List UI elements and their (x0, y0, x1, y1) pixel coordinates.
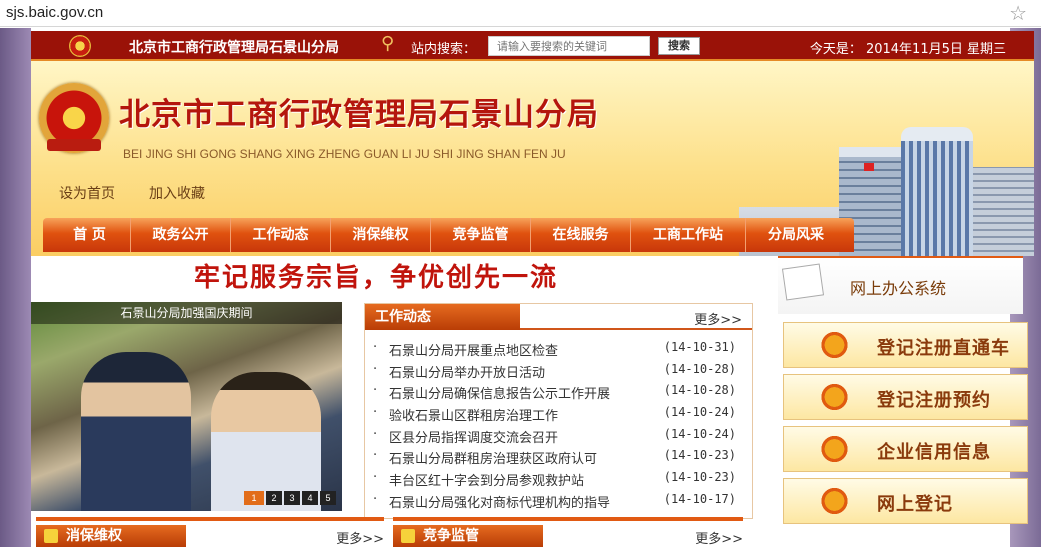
slider-page-button[interactable]: 3 (284, 491, 300, 505)
top-bar: 北京市工商行政管理局石景山分局 ⚲ 站内搜索： 搜索 今天是： 2014年11月… (31, 31, 1034, 61)
registration-express-button[interactable]: 登记注册直通车 (783, 322, 1028, 368)
consumer-protection-more-link[interactable]: 更多>> (336, 528, 384, 547)
slider-pager: 1 2 3 4 5 (244, 491, 336, 505)
competition-title[interactable]: 竞争监管 (393, 525, 543, 547)
consumer-protection-title[interactable]: 消保维权 (36, 525, 186, 547)
nav-item-online-services[interactable]: 在线服务 (531, 218, 631, 252)
arrow-badge-icon (818, 383, 848, 411)
nav-item-branch-style[interactable]: 分局风采 (746, 218, 846, 252)
work-news-panel: 工作动态 更多>> · 石景山分局开展重点地区检查 (14-10-31) · 石景山分… (364, 303, 753, 519)
emblem-logo-icon (39, 83, 109, 153)
slider-page-button[interactable]: 1 (244, 491, 264, 505)
competition-more-link[interactable]: 更多>> (695, 528, 743, 547)
enterprise-credit-button[interactable]: 企业信用信息 (783, 426, 1028, 472)
online-registration-button[interactable]: 网上登记 (783, 478, 1028, 524)
url-text[interactable]: sjs.baic.gov.cn (6, 4, 103, 21)
news-item[interactable]: · 石景山分局举办开放日活动 (14-10-28) (373, 362, 752, 384)
news-item[interactable]: · 丰台区红十字会到分局参观救护站 (14-10-23) (373, 470, 752, 492)
nav-item-home[interactable]: 首 页 (49, 218, 131, 252)
news-more-link[interactable]: 更多>> (694, 309, 742, 328)
registration-express-label: 登记注册直通车 (877, 338, 1010, 359)
news-item[interactable]: · 石景山分局确保信息报告公示工作开展 (14-10-28) (373, 383, 752, 405)
competition-section: 竞争监管 更多>> (393, 517, 743, 547)
bookmark-star-icon[interactable]: ☆ (1009, 1, 1027, 25)
news-panel-title[interactable]: 工作动态 (365, 304, 520, 330)
search-button[interactable]: 搜索 (658, 37, 700, 55)
current-date: 今天是： 2014年11月5日 星期三 (809, 42, 1006, 57)
site-title: 北京市工商行政管理局石景山分局 (119, 97, 599, 133)
consumer-protection-section: 消保维权 更多>> (36, 517, 384, 547)
slider-page-button[interactable]: 4 (302, 491, 318, 505)
nav-item-competition[interactable]: 竞争监管 (431, 218, 531, 252)
set-homepage-link[interactable]: 设为首页 (59, 183, 115, 203)
arrow-badge-icon (818, 331, 848, 359)
top-site-name: 北京市工商行政管理局石景山分局 (129, 40, 339, 56)
enterprise-credit-label: 企业信用信息 (877, 442, 991, 463)
registration-appointment-label: 登记注册预约 (877, 390, 991, 411)
news-item[interactable]: · 石景山分局群租房治理获区政府认可 (14-10-23) (373, 448, 752, 470)
browser-address-bar[interactable]: sjs.baic.gov.cn ☆ (0, 0, 1041, 27)
arrow-badge-icon (818, 487, 848, 515)
arrow-badge-icon (818, 435, 848, 463)
photo-caption[interactable]: 石景山分局加强国庆期间 (31, 302, 342, 324)
slogan: 牢记服务宗旨，争优创先一流 (194, 263, 559, 293)
online-registration-label: 网上登记 (877, 494, 953, 515)
slider-page-button[interactable]: 2 (266, 491, 282, 505)
search-input[interactable] (488, 36, 650, 56)
online-office-system-label: 网上办公系统 (850, 279, 947, 298)
national-emblem-icon (69, 35, 91, 57)
main-nav: 首 页 政务公开 工作动态 消保维权 竞争监管 在线服务 工商工作站 分局风采 (43, 218, 854, 252)
nav-item-government-affairs[interactable]: 政务公开 (131, 218, 231, 252)
online-office-system-link[interactable]: 网上办公系统 (778, 256, 1023, 314)
news-item[interactable]: · 区县分局指挥调度交流会召开 (14-10-24) (373, 427, 752, 449)
site-pinyin: BEI JING SHI GONG SHANG XING ZHENG GUAN … (123, 147, 566, 161)
add-favorite-link[interactable]: 加入收藏 (149, 183, 205, 203)
news-item[interactable]: · 石景山分局开展重点地区检查 (14-10-31) (373, 340, 752, 362)
nav-item-workstation[interactable]: 工商工作站 (631, 218, 746, 252)
photo-person-officer (81, 352, 191, 511)
news-item[interactable]: · 石景山分局强化对商标代理机构的指导 (14-10-17) (373, 492, 752, 514)
slider-page-button[interactable]: 5 (320, 491, 336, 505)
news-item[interactable]: · 验收石景山区群租房治理工作 (14-10-24) (373, 405, 752, 427)
registration-appointment-button[interactable]: 登记注册预约 (783, 374, 1028, 420)
document-icon (781, 263, 825, 301)
photo-slider[interactable]: 石景山分局加强国庆期间 1 2 3 4 5 (31, 302, 342, 511)
search-label: 站内搜索： (411, 42, 477, 57)
nav-item-consumer-protection[interactable]: 消保维权 (331, 218, 431, 252)
magnifier-icon: ⚲ (381, 33, 395, 54)
nav-item-work-news[interactable]: 工作动态 (231, 218, 331, 252)
